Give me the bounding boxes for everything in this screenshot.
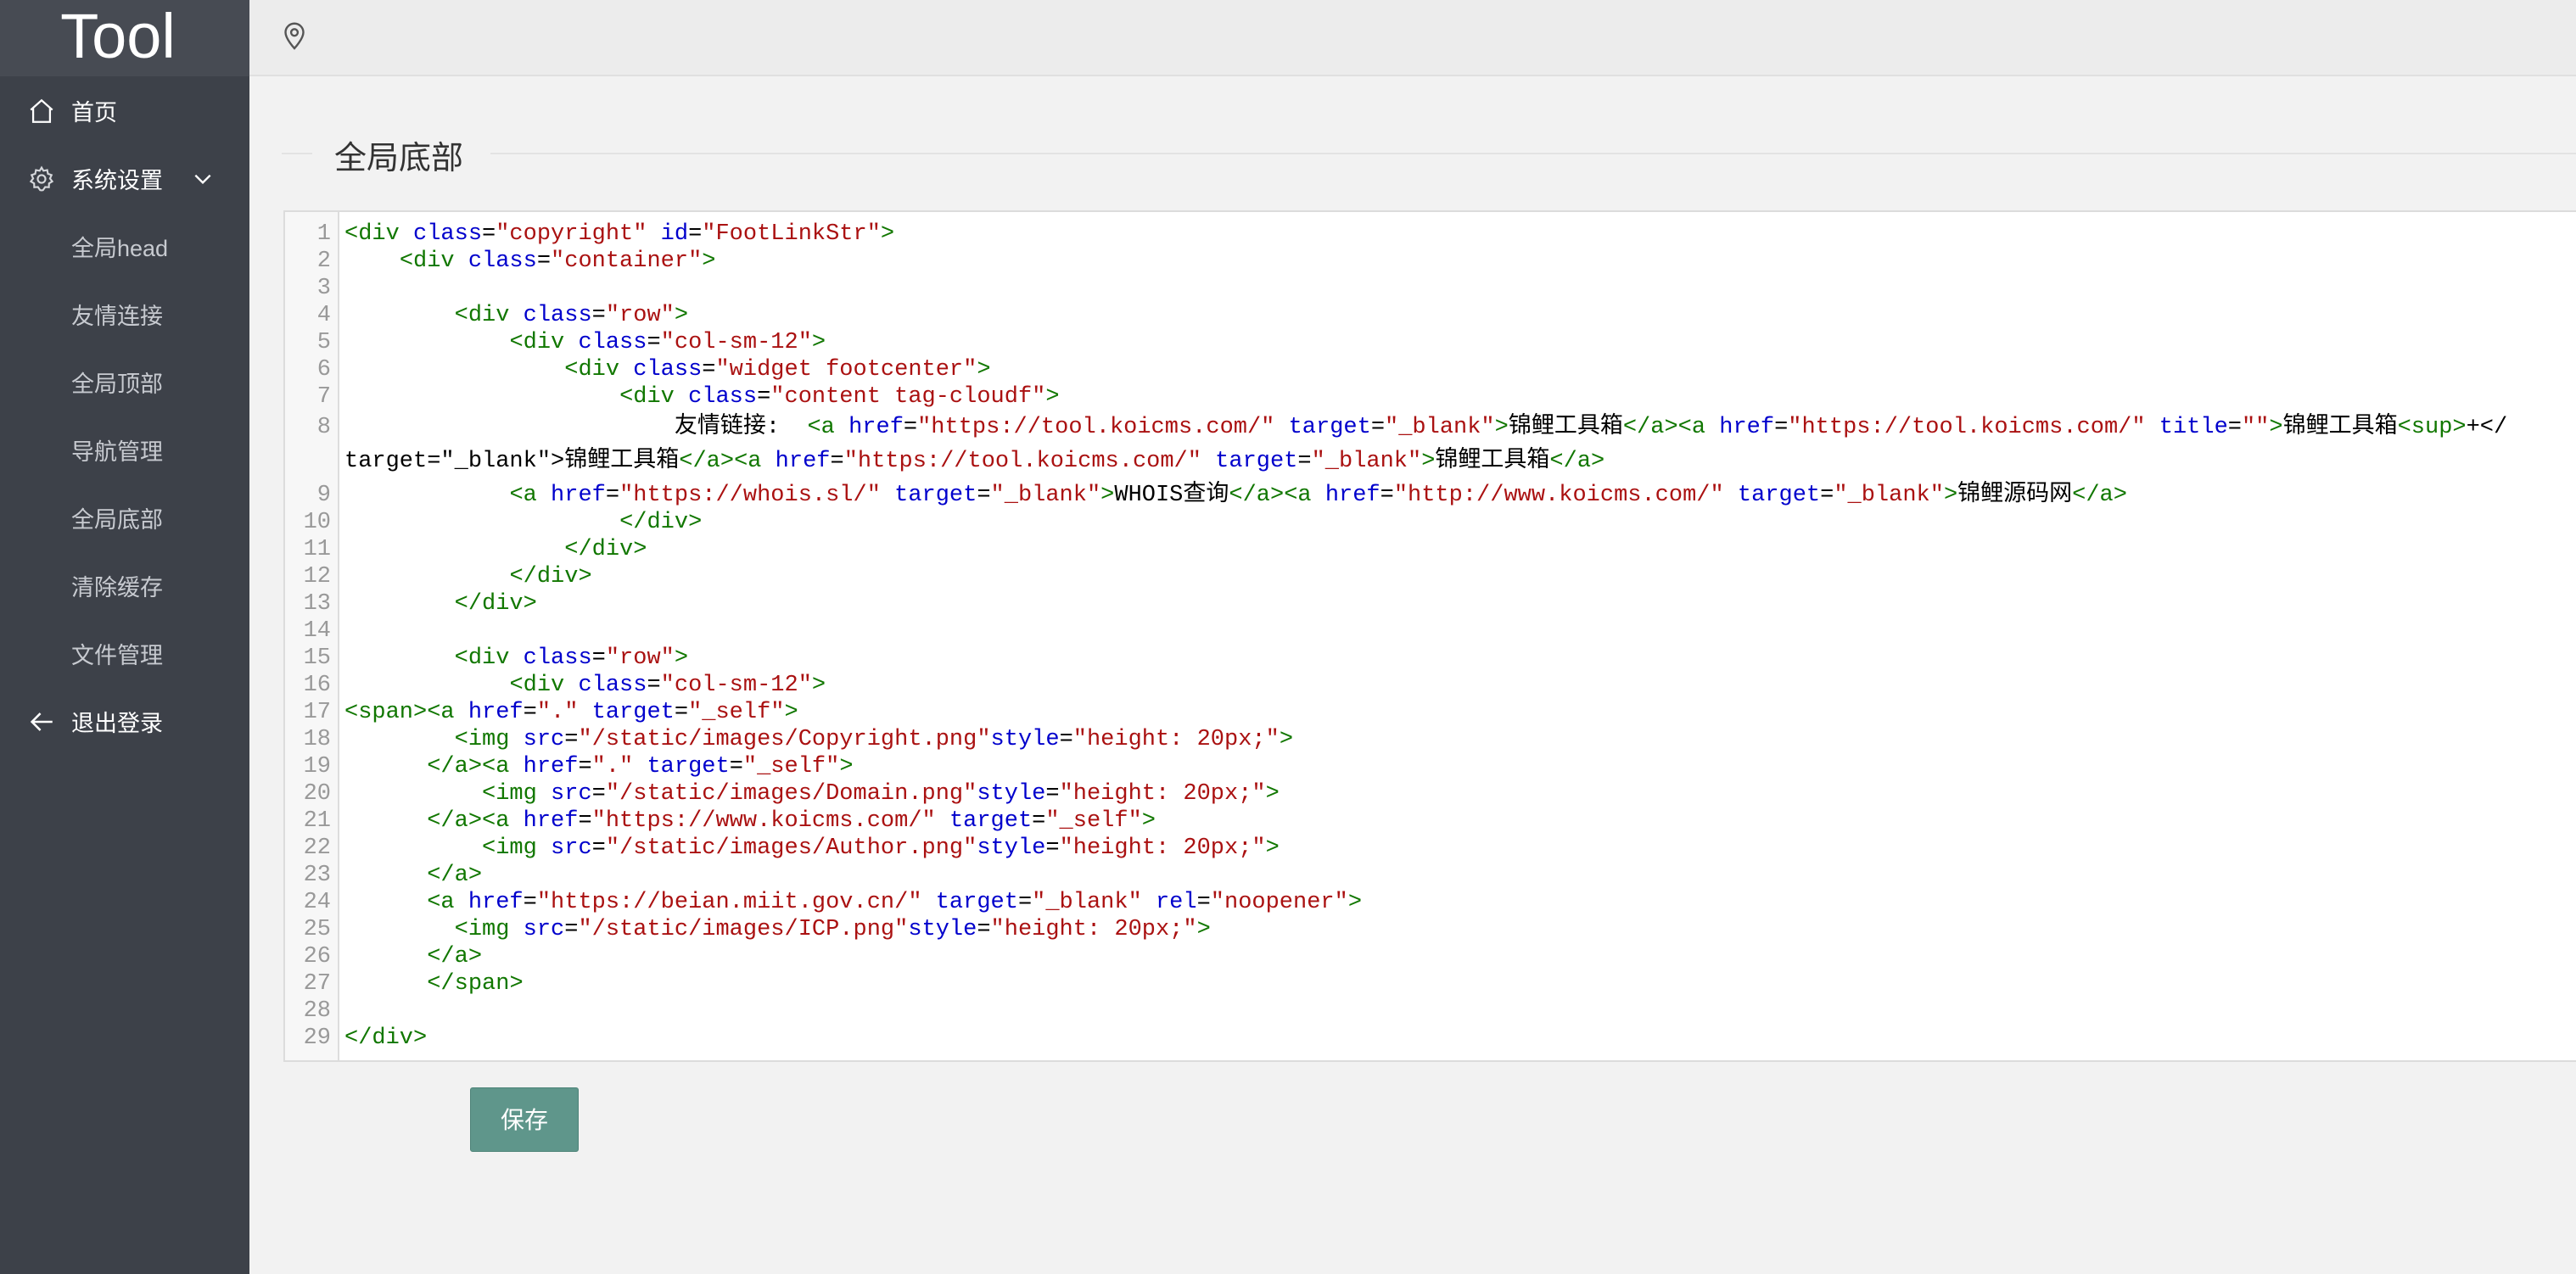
top-bar [249,0,2576,76]
line-number: 26 [303,944,331,969]
line-number: 7 [316,384,331,410]
arrow-left-icon [30,712,53,731]
code-text: <div class="col-sm-12"> [509,673,826,698]
code-text: <div class="widget footcenter"> [564,357,991,383]
sidebar-subitem-global-footer[interactable]: 全局底部 [0,483,249,551]
code-text: <a href="https://whois.sl/" target="_bla… [509,483,2127,508]
code-text: <img src="/static/images/ICP.png"style="… [454,917,1211,942]
sidebar-item-system-settings[interactable]: 系统设置 [0,144,249,212]
code-text: </div> [344,1025,428,1051]
sidebar-item-label: 首页 [71,99,117,126]
line-number: 19 [303,754,331,779]
code-text: </div> [564,537,647,562]
sidebar-item-label: 退出登录 [71,710,163,736]
line-number: 12 [303,564,331,590]
code-text: </div> [619,510,703,535]
code-text: <img src="/static/images/Copyright.png"s… [454,727,1294,752]
line-number: 8 [316,415,331,440]
line-number: 5 [316,330,331,355]
sidebar-subitem-nav-management[interactable]: 导航管理 [0,416,249,483]
line-number: 11 [303,537,331,562]
gear-icon [29,165,54,192]
line-number: 21 [303,808,331,834]
code-text: <span><a href="." target="_self"> [344,700,798,725]
code-lines[interactable]: 1 <div class="copyright" id="FootLinkStr"… [285,212,2576,1060]
code-text: 友情链接: <a href="https://tool.koicms.com/"… [344,415,2508,440]
line-number: 24 [303,890,331,915]
line-number: 15 [303,645,331,671]
line-number: 17 [303,700,331,725]
sidebar-subitem-global-top[interactable]: 全局顶部 [0,348,249,416]
code-text: </div> [509,564,592,590]
line-number: 2 [316,249,331,274]
line-number: 4 [316,303,331,328]
line-number: 1 [316,221,331,247]
sidebar-subitem-file-management[interactable]: 文件管理 [0,619,249,687]
sidebar-subitem-global-head[interactable]: 全局head [0,212,249,280]
sidebar-subitem-friend-links[interactable]: 友情连接 [0,280,249,348]
line-number: 29 [303,1025,331,1051]
code-text: <div class="row"> [454,645,689,671]
section-header: 全局底部 [282,127,2576,178]
location-pin-icon[interactable] [282,20,307,51]
code-text: <img src="/static/images/Domain.png"styl… [482,781,1280,807]
sidebar-item-home[interactable]: 首页 [0,76,249,144]
sidebar-subitem-clear-cache[interactable]: 清除缓存 [0,551,249,619]
divider [282,153,312,154]
code-text: <div class="row"> [454,303,689,328]
code-text: <div class="content tag-cloudf"> [619,384,1060,410]
line-number: 20 [303,781,331,807]
code-text: <div class="container"> [399,249,716,274]
line-number: 16 [303,673,331,698]
code-text: <a href="https://beian.miit.gov.cn/" tar… [427,890,1363,915]
app-logo[interactable]: Tool [0,0,249,76]
line-number: 18 [303,727,331,752]
code-text: </div> [454,591,537,617]
line-number: 13 [303,591,331,617]
line-number: 3 [316,276,331,301]
home-icon [30,98,53,123]
line-number: 28 [303,998,331,1024]
code-text: <img src="/static/images/Author.png"styl… [482,835,1280,861]
line-number: 22 [303,835,331,861]
save-button[interactable]: 保存 [470,1087,579,1152]
code-text: </a><a href="https://www.koicms.com/" ta… [427,808,1156,834]
line-number: 27 [303,971,331,997]
code-editor[interactable]: 1 <div class="copyright" id="FootLinkStr"… [283,210,2576,1062]
code-text: <div class="col-sm-12"> [509,330,826,355]
line-number: 10 [303,510,331,535]
line-number: 6 [316,357,331,383]
code-text: </span> [427,971,524,997]
line-number: 25 [303,917,331,942]
page-title: 全局底部 [334,141,464,176]
chevron-down-icon[interactable] [192,168,214,190]
line-number: 23 [303,863,331,888]
code-text-wrapped: target="_blank">锦鲤工具箱</a><a href="https:… [344,449,1605,474]
line-number: 14 [303,618,331,644]
code-text: </a> [427,944,483,969]
sidebar-item-label: 系统设置 [71,167,163,193]
sidebar: Tool 首页 系统设置 全局head 友情连接 全局顶部 导航管理 全局底部 … [0,0,249,1274]
code-text: </a> [427,863,483,888]
line-number: 9 [316,483,331,508]
code-text: <div class="copyright" id="FootLinkStr"> [344,221,895,247]
divider [490,153,2576,154]
code-text: </a><a href="." target="_self"> [427,754,854,779]
sidebar-nav: 首页 系统设置 全局head 友情连接 全局顶部 导航管理 全局底部 清除缓存 … [0,76,249,755]
sidebar-item-logout[interactable]: 退出登录 [0,687,249,755]
